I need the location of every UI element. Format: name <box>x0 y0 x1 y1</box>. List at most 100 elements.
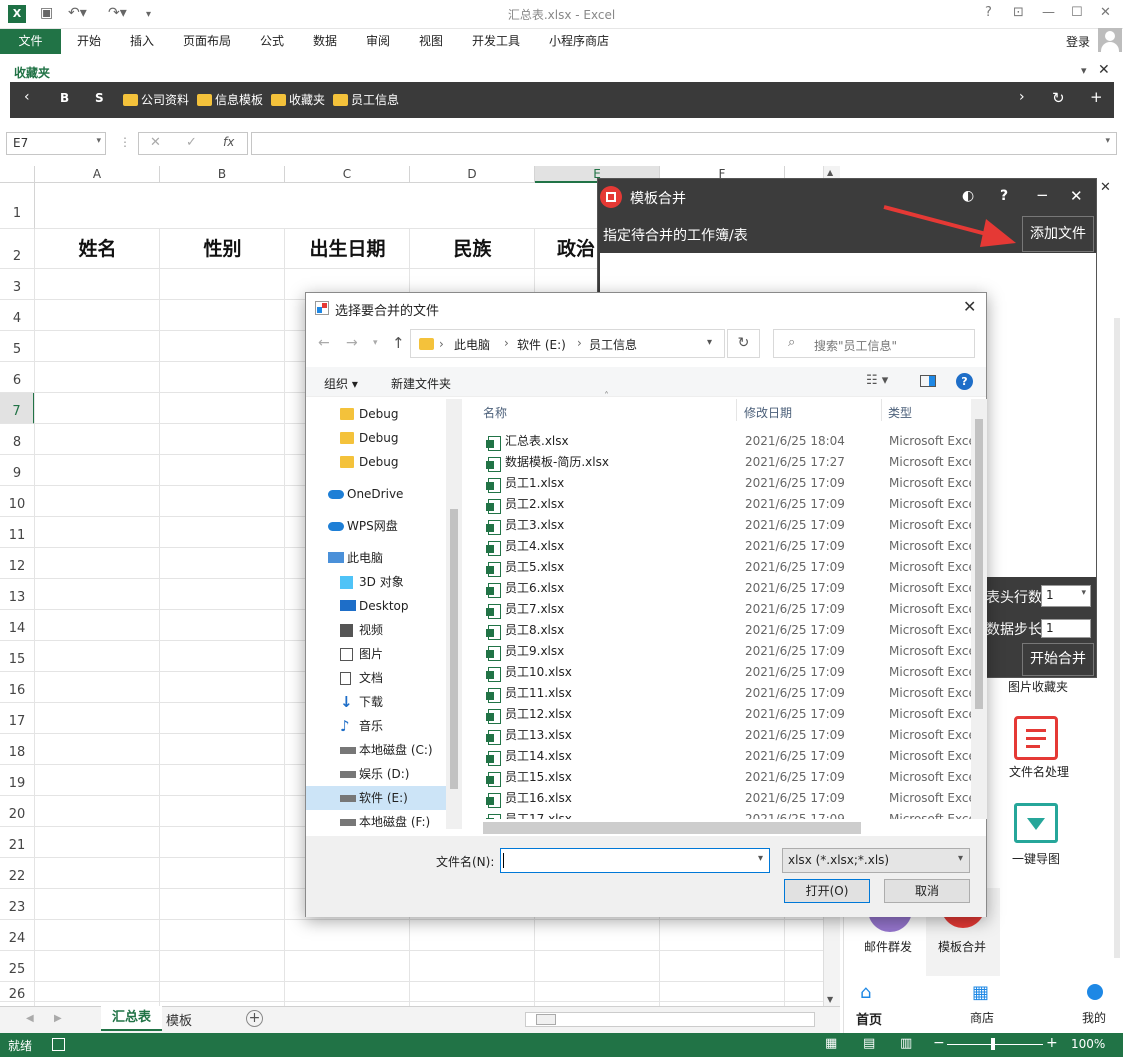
minimize-icon[interactable]: — <box>1042 5 1055 20</box>
zoom-out-icon[interactable]: − <box>933 1035 945 1051</box>
tool-image-favorites[interactable]: 图片收藏夹 <box>1008 678 1068 695</box>
name-box[interactable]: E7 ▾ <box>6 132 106 155</box>
zoom-level[interactable]: 100% <box>1071 1037 1105 1051</box>
row-header[interactable]: 15 <box>0 641 35 672</box>
fav-item-s[interactable]: S <box>95 91 104 105</box>
nav-item[interactable]: Debug <box>306 402 456 426</box>
step-input[interactable]: 1 <box>1041 619 1091 638</box>
login-link[interactable]: 登录 <box>1066 33 1090 50</box>
address-bar[interactable]: › 此电脑 › 软件 (E:) › 员工信息 ▾ <box>410 329 725 358</box>
maximize-icon[interactable]: ☐ <box>1071 5 1083 20</box>
row-header[interactable]: 25 <box>0 951 35 982</box>
sheet-tab-template[interactable]: 模板 <box>166 1010 192 1029</box>
row-header[interactable]: 7 <box>0 393 35 424</box>
page-layout-view-icon[interactable]: ▤ <box>863 1036 875 1051</box>
fav-prev-icon[interactable]: ‹ <box>24 89 30 105</box>
fav-next-icon[interactable]: › <box>1019 89 1025 105</box>
file-row[interactable]: 员工8.xlsx 2021/6/25 17:09 Microsoft Exce <box>483 620 971 641</box>
forward-icon[interactable]: → <box>346 335 358 351</box>
expand-formula-icon[interactable]: ▾ <box>1105 136 1110 146</box>
row-header[interactable]: 11 <box>0 517 35 548</box>
avatar[interactable] <box>1098 28 1122 52</box>
fav-folder-template[interactable]: 信息模板 <box>197 91 263 108</box>
fav-item-b[interactable]: B <box>60 91 69 105</box>
scroll-up-icon[interactable]: ▲ <box>827 168 833 177</box>
row-header[interactable]: 9 <box>0 455 35 486</box>
tab-miniapp-store[interactable]: 小程序商店 <box>549 29 609 54</box>
row-header[interactable]: 17 <box>0 703 35 734</box>
ribbon-display-icon[interactable]: ⊡ <box>1013 5 1024 20</box>
file-row[interactable]: 员工7.xlsx 2021/6/25 17:09 Microsoft Exce <box>483 599 971 620</box>
nav-home[interactable]: 首页 <box>856 1009 882 1028</box>
search-input[interactable]: ⌕ 搜索"员工信息" <box>773 329 975 358</box>
table-header-cell[interactable]: 姓名 <box>35 229 160 269</box>
fav-folder-company[interactable]: 公司资料 <box>123 91 189 108</box>
chevron-down-icon[interactable]: ▾ <box>96 136 101 146</box>
file-row[interactable]: 员工10.xlsx 2021/6/25 17:09 Microsoft Exce <box>483 662 971 683</box>
tool-mail-merge[interactable]: 邮件群发 <box>864 938 912 955</box>
add-file-button[interactable]: 添加文件 <box>1022 216 1094 252</box>
sheet-next-icon[interactable]: ▶ <box>54 1013 62 1024</box>
tab-insert[interactable]: 插入 <box>130 29 154 54</box>
row-header[interactable]: 3 <box>0 269 35 300</box>
column-header[interactable]: D <box>410 166 535 183</box>
new-folder-button[interactable]: 新建文件夹 <box>391 375 451 392</box>
fav-folder-favorites[interactable]: 收藏夹 <box>271 91 325 108</box>
row-header[interactable]: 20 <box>0 796 35 827</box>
row-header[interactable]: 22 <box>0 858 35 889</box>
chevron-down-icon[interactable]: ▾ <box>758 853 763 864</box>
breadcrumb[interactable]: 员工信息 <box>589 336 637 353</box>
column-date[interactable]: 修改日期 <box>744 404 792 421</box>
breadcrumb[interactable]: 软件 (E:) <box>517 336 566 353</box>
file-row[interactable]: 员工17.xlsx 2021/6/25 17:09 Microsoft Exce <box>483 809 971 819</box>
row-header[interactable]: 8 <box>0 424 35 455</box>
table-header-cell[interactable]: 性别 <box>160 229 285 269</box>
tab-review[interactable]: 审阅 <box>366 29 390 54</box>
row-header[interactable]: 13 <box>0 579 35 610</box>
file-row[interactable]: 员工3.xlsx 2021/6/25 17:09 Microsoft Exce <box>483 515 971 536</box>
chevron-down-icon[interactable]: ▾ <box>707 337 712 348</box>
file-row[interactable]: 员工13.xlsx 2021/6/25 17:09 Microsoft Exce <box>483 725 971 746</box>
nav-store[interactable]: 商店 <box>970 1009 994 1026</box>
row-header[interactable]: 6 <box>0 362 35 393</box>
file-rename-icon[interactable] <box>1014 716 1058 760</box>
row-header[interactable]: 14 <box>0 610 35 641</box>
tab-home[interactable]: 开始 <box>77 29 101 54</box>
cancel-button[interactable]: 取消 <box>884 879 970 903</box>
file-row[interactable]: 员工15.xlsx 2021/6/25 17:09 Microsoft Exce <box>483 767 971 788</box>
enter-icon[interactable]: ✓ <box>186 135 197 150</box>
tab-view[interactable]: 视图 <box>419 29 443 54</box>
help-icon[interactable]: ? <box>956 373 973 390</box>
up-folder-icon[interactable]: ↑ <box>392 334 405 352</box>
column-type[interactable]: 类型 <box>888 404 912 421</box>
row-header[interactable]: 19 <box>0 765 35 796</box>
dialog-close-icon[interactable]: ✕ <box>963 297 976 316</box>
formula-input[interactable]: ▾ <box>251 132 1117 155</box>
add-favorite-icon[interactable]: + <box>1090 88 1103 106</box>
scroll-down-icon[interactable]: ▼ <box>827 995 833 1004</box>
column-name[interactable]: 名称 <box>483 404 507 421</box>
breadcrumb[interactable]: 此电脑 <box>454 336 490 353</box>
fav-folder-staff[interactable]: 员工信息 <box>333 91 399 108</box>
file-row[interactable]: 员工11.xlsx 2021/6/25 17:09 Microsoft Exce <box>483 683 971 704</box>
store-icon[interactable]: ▦ <box>972 982 989 1003</box>
row-header[interactable]: 12 <box>0 548 35 579</box>
row-header[interactable]: 16 <box>0 672 35 703</box>
plugin-minimize-icon[interactable]: − <box>1036 186 1049 204</box>
column-header[interactable]: B <box>160 166 285 183</box>
tab-developer[interactable]: 开发工具 <box>472 29 520 54</box>
row-header[interactable]: 21 <box>0 827 35 858</box>
column-header[interactable]: A <box>35 166 160 183</box>
row-header[interactable]: 10 <box>0 486 35 517</box>
export-image-icon[interactable] <box>1014 803 1058 843</box>
header-rows-select[interactable]: 1 ▾ <box>1041 585 1091 607</box>
view-options-icon[interactable]: ☷ ▾ <box>866 373 888 388</box>
plugin-help-icon[interactable]: ? <box>1000 188 1008 204</box>
row-header[interactable]: 18 <box>0 734 35 765</box>
theme-toggle-icon[interactable]: ◐ <box>962 188 974 204</box>
tab-file[interactable]: 文件 <box>0 29 61 54</box>
nav-mine[interactable]: 我的 <box>1082 1009 1106 1026</box>
file-row[interactable]: 员工9.xlsx 2021/6/25 17:09 Microsoft Exce <box>483 641 971 662</box>
insert-function-icon[interactable]: fx <box>223 135 234 149</box>
macro-record-icon[interactable] <box>52 1038 65 1051</box>
